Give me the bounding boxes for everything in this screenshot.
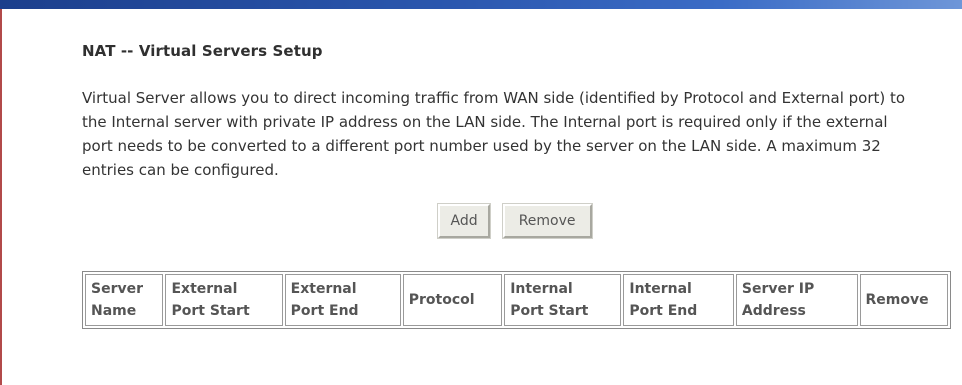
header-line: Port End — [629, 303, 698, 319]
action-buttons: Add Remove — [82, 204, 948, 242]
column-header-internal-port-end: Internal Port End — [623, 274, 734, 326]
column-header-external-port-end: External Port End — [284, 274, 401, 326]
column-header-remove: Remove — [859, 274, 948, 326]
add-button[interactable]: Add — [438, 204, 490, 238]
header-line: Address — [741, 303, 806, 319]
column-header-server-name: Server Name — [85, 274, 164, 326]
page-description: Virtual Server allows you to direct inco… — [82, 89, 906, 179]
remove-button[interactable]: Remove — [502, 204, 592, 238]
table-header-row: Server Name External Port Start External… — [85, 274, 948, 326]
column-header-server-ip-address: Server IP Address — [735, 274, 858, 326]
column-header-external-port-start: External Port Start — [165, 274, 283, 326]
header-line: External — [171, 281, 238, 297]
header-line: Name — [91, 303, 137, 319]
header-line: Port Start — [510, 303, 589, 319]
top-banner-bar — [0, 0, 962, 9]
header-line: Port Start — [171, 303, 250, 319]
column-header-protocol: Protocol — [402, 274, 503, 326]
page-title: NAT -- Virtual Servers Setup — [82, 42, 323, 60]
header-line: Protocol — [408, 292, 475, 308]
header-line: Internal — [629, 281, 692, 297]
main-content: NAT -- Virtual Servers Setup Virtual Ser… — [82, 42, 951, 329]
header-line: External — [290, 281, 357, 297]
header-line: Port End — [290, 303, 359, 319]
header-line: Remove — [865, 292, 929, 308]
header-line: Server — [91, 281, 144, 297]
virtual-servers-table: Server Name External Port Start External… — [82, 271, 951, 329]
column-header-internal-port-start: Internal Port Start — [504, 274, 622, 326]
header-line: Internal — [510, 281, 573, 297]
header-line: Server IP — [741, 281, 815, 297]
left-frame-border — [0, 9, 2, 385]
